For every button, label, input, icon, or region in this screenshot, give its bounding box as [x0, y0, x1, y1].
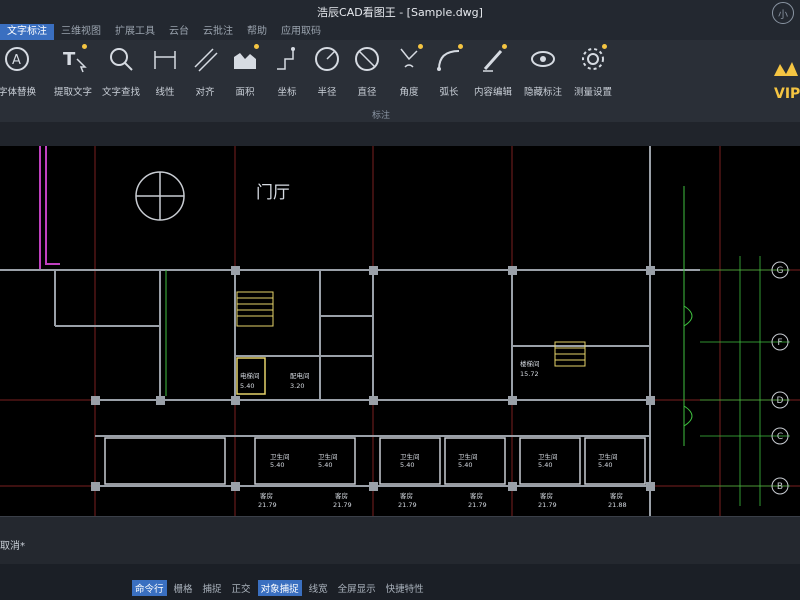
- tab-app-code[interactable]: 应用取码: [274, 24, 328, 40]
- status-fullscreen[interactable]: 全屏显示: [335, 580, 379, 596]
- hide-dim-button[interactable]: 隐藏标注: [520, 44, 566, 98]
- axis-label: B: [777, 482, 783, 492]
- axis-label: C: [777, 432, 783, 442]
- area-button[interactable]: 面积: [222, 44, 268, 98]
- room-tag-value: 5.40: [538, 461, 552, 469]
- stair-value: 15.72: [520, 370, 539, 378]
- ribbon-toolbar: A 字体替换 T 提取文字 文字查找 线性 对齐 面积 坐标 半径 直径 角度: [0, 40, 800, 123]
- text-search-button[interactable]: 文字查找: [98, 44, 144, 98]
- shaft-value: 3.20: [290, 382, 304, 390]
- status-bar: 命令行 栅格 捕捉 正交 对象捕捉 线宽 全屏显示 快捷特性: [0, 564, 800, 600]
- content-edit-button[interactable]: 内容编辑: [470, 44, 516, 98]
- tab-help[interactable]: 帮助: [240, 24, 274, 40]
- lobby-label: 门厅: [256, 183, 290, 203]
- bedroom-label: 客房: [400, 491, 413, 500]
- bedroom-value: 21.79: [538, 501, 557, 509]
- bedroom-value: 21.79: [398, 501, 417, 509]
- bedroom-value: 21.88: [608, 501, 627, 509]
- bedroom-label: 客房: [260, 491, 273, 500]
- status-object-snap[interactable]: 对象捕捉: [257, 580, 302, 596]
- tab-text-annotation[interactable]: 文字标注: [0, 24, 54, 40]
- bedroom-value: 21.79: [333, 501, 352, 509]
- tab-cloud[interactable]: 云台: [162, 24, 196, 40]
- shaft-label: 配电间: [290, 371, 310, 380]
- window-title: 浩辰CAD看图王 - [Sample.dwg]: [317, 6, 483, 19]
- room-tag: 卫生间: [270, 452, 290, 461]
- ribbon-tabs: 文字标注 三维视图 扩展工具 云台 云批注 帮助 应用取码: [0, 24, 800, 40]
- room-tag-value: 5.40: [458, 461, 472, 469]
- title-bar: 浩辰CAD看图王 - [Sample.dwg] 小: [0, 0, 800, 24]
- arc-length-button[interactable]: 弧长: [426, 44, 472, 98]
- tab-cloud-annotate[interactable]: 云批注: [196, 24, 240, 40]
- room-tag-value: 5.40: [400, 461, 414, 469]
- diameter-icon: [352, 44, 382, 74]
- room-tag: 卫生间: [458, 452, 478, 461]
- elevator-label: 电梯间: [240, 371, 260, 380]
- bedroom-label: 客房: [335, 491, 348, 500]
- ribbon-group-label: 标注: [372, 111, 391, 121]
- bedroom-value: 21.79: [258, 501, 277, 509]
- room-tag: 卫生间: [538, 452, 558, 461]
- extract-text-button[interactable]: T 提取文字: [50, 44, 96, 98]
- room-tag-value: 5.40: [318, 461, 332, 469]
- radius-icon: [312, 44, 342, 74]
- tab-3d-view[interactable]: 三维视图: [54, 24, 108, 40]
- axis-label: F: [777, 338, 782, 348]
- svg-text:T: T: [63, 49, 76, 70]
- stair-label: 楼梯间: [520, 359, 540, 368]
- vip-badge[interactable]: VIP: [772, 58, 800, 108]
- bedroom-value: 21.79: [468, 501, 487, 509]
- ribbon-spacer: [0, 122, 800, 146]
- axis-label: D: [777, 396, 784, 406]
- command-line[interactable]: 取消*: [0, 516, 800, 565]
- status-grid[interactable]: 栅格: [171, 580, 196, 596]
- user-avatar-label: 小: [778, 9, 788, 21]
- measure-settings-button[interactable]: 测量设置: [570, 44, 616, 98]
- font-replace-icon: A: [2, 44, 32, 74]
- linear-dim-icon: [150, 44, 180, 74]
- text-search-icon: [106, 44, 136, 74]
- floor-plan: G F D C B 门厅 楼梯间 15.72 电梯间 5.40 配电间 3.20…: [0, 146, 800, 516]
- aligned-dim-icon: [190, 44, 220, 74]
- svg-text:A: A: [12, 53, 21, 68]
- bedroom-label: 客房: [610, 491, 623, 500]
- bedroom-label: 客房: [540, 491, 553, 500]
- tab-extensions[interactable]: 扩展工具: [108, 24, 162, 40]
- status-ortho[interactable]: 正交: [229, 580, 254, 596]
- room-tag-value: 5.40: [598, 461, 612, 469]
- vip-label: VIP: [774, 86, 800, 102]
- diameter-button[interactable]: 直径: [344, 44, 390, 98]
- elevator-value: 5.40: [240, 382, 254, 390]
- command-text: 取消*: [0, 541, 25, 552]
- status-lineweight[interactable]: 线宽: [306, 580, 331, 596]
- font-replace-button[interactable]: A 字体替换: [0, 44, 40, 98]
- user-avatar[interactable]: 小: [772, 2, 794, 24]
- status-quick-props[interactable]: 快捷特性: [383, 580, 427, 596]
- status-command-line[interactable]: 命令行: [132, 580, 167, 596]
- room-tag: 卫生间: [598, 452, 618, 461]
- axis-label: G: [777, 266, 784, 276]
- room-tag-value: 5.40: [270, 461, 284, 469]
- room-tag: 卫生间: [400, 452, 420, 461]
- crown-icon: VIP: [774, 62, 800, 102]
- bedroom-label: 客房: [470, 491, 483, 500]
- hide-dim-icon: [528, 44, 558, 74]
- drawing-canvas[interactable]: G F D C B 门厅 楼梯间 15.72 电梯间 5.40 配电间 3.20…: [0, 146, 800, 516]
- status-snap[interactable]: 捕捉: [200, 580, 225, 596]
- coordinate-icon: [272, 44, 302, 74]
- room-tag: 卫生间: [318, 452, 338, 461]
